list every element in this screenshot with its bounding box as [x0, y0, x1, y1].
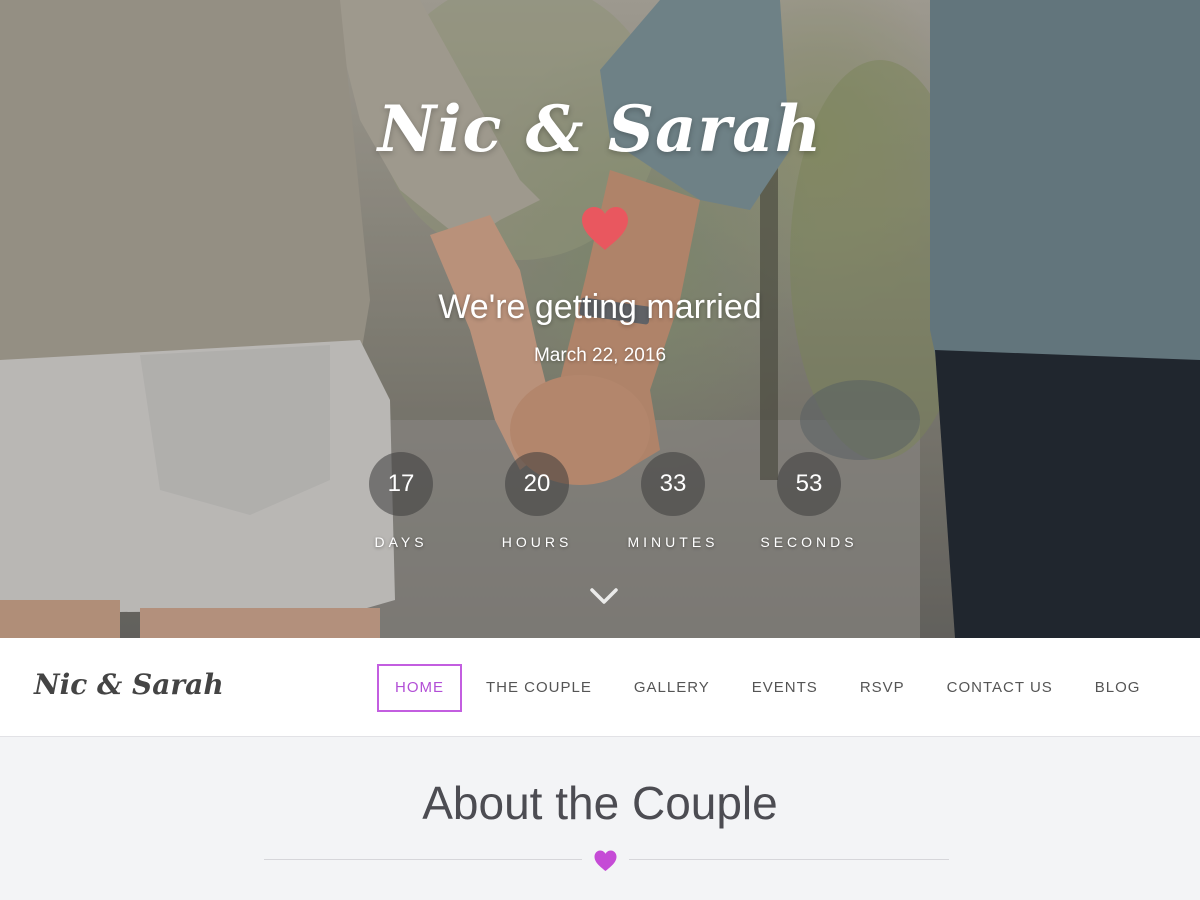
about-title: About the Couple [422, 777, 778, 829]
countdown-hours-label: HOURS [501, 534, 573, 550]
countdown-seconds-label: SECONDS [760, 534, 858, 550]
hero-title: Nic & Sarah [377, 92, 823, 167]
divider-right [629, 859, 949, 860]
countdown-hours-value: 20 [505, 452, 569, 516]
countdown-days-label: DAYS [374, 534, 428, 550]
nav-item-contact-us[interactable]: CONTACT US [929, 664, 1071, 712]
countdown-hours: 20 HOURS [467, 452, 607, 550]
brand-logo[interactable]: Nic & Sarah [34, 668, 224, 701]
heart-icon [582, 207, 628, 250]
countdown-minutes: 33 MINUTES [603, 452, 743, 550]
countdown-days-value: 17 [369, 452, 433, 516]
nav-item-events[interactable]: EVENTS [734, 664, 836, 712]
countdown-timer: 17 DAYS 20 HOURS 33 MINUTES 53 SECONDS [0, 452, 1200, 562]
chevron-down-icon[interactable] [588, 584, 620, 608]
countdown-seconds-value: 53 [777, 452, 841, 516]
countdown-seconds: 53 SECONDS [739, 452, 879, 550]
nav-item-home[interactable]: HOME [377, 664, 462, 712]
heart-icon [594, 850, 617, 872]
nav-item-gallery[interactable]: GALLERY [616, 664, 728, 712]
nav-item-blog[interactable]: BLOG [1077, 664, 1159, 712]
countdown-minutes-label: MINUTES [627, 534, 719, 550]
hero-section: Nic & Sarah We're getting married March … [0, 0, 1200, 638]
nav-item-the-couple[interactable]: THE COUPLE [468, 664, 610, 712]
countdown-days: 17 DAYS [331, 452, 471, 550]
main-navbar: Nic & Sarah HOME THE COUPLE GALLERY EVEN… [0, 638, 1200, 737]
divider-left [264, 859, 582, 860]
nav-menu: HOME THE COUPLE GALLERY EVENTS RSVP CONT… [377, 664, 1164, 712]
countdown-minutes-value: 33 [641, 452, 705, 516]
wedding-date: March 22, 2016 [533, 345, 667, 366]
hero-subtitle: We're getting married [438, 288, 762, 326]
nav-item-rsvp[interactable]: RSVP [842, 664, 923, 712]
